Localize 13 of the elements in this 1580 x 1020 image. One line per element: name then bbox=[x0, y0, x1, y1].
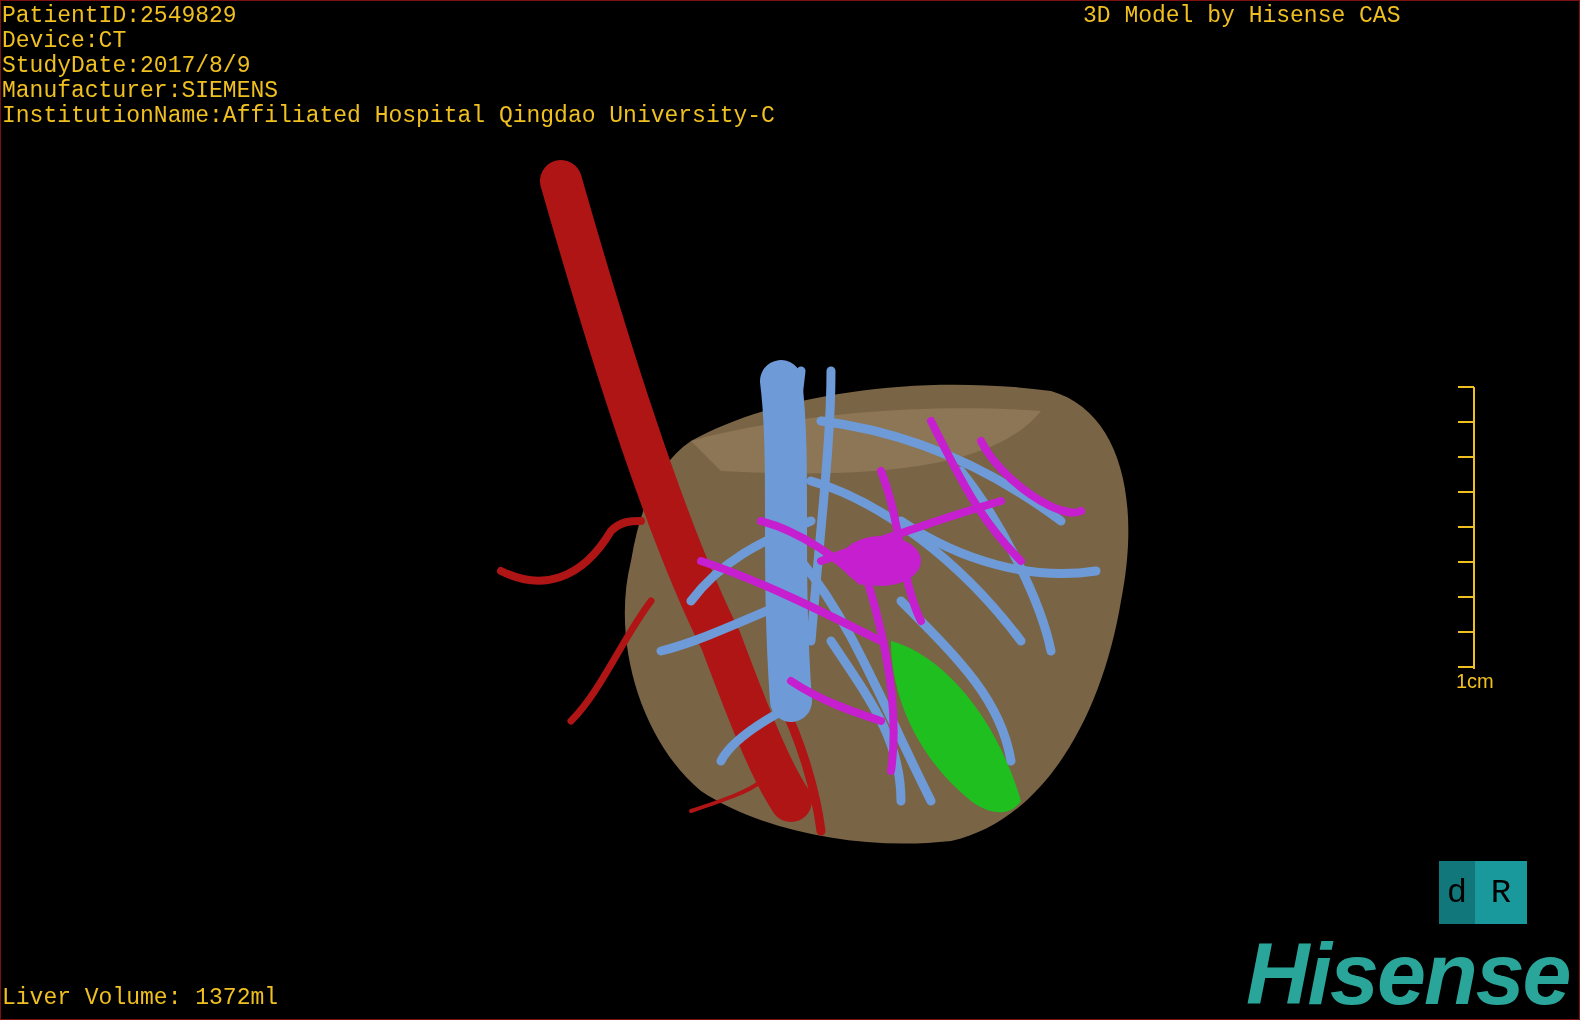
dicom-info-text: Device:CT bbox=[2, 29, 128, 54]
orientation-cube[interactable]: d R bbox=[1439, 861, 1527, 924]
dicom-info-text: StudyDate:2017/8/9 bbox=[2, 54, 252, 79]
dicom-info-text: PatientID:2549829 bbox=[2, 4, 238, 29]
cube-face-label: d bbox=[1439, 861, 1475, 924]
dicom-info-text: InstitutionName:Affiliated Hospital Qingdao University-C bbox=[2, 104, 775, 129]
cube-face-label: R bbox=[1475, 861, 1527, 924]
liver-volume-text: Liver Volume: 1372ml bbox=[2, 986, 279, 1011]
scale-ruler-icon bbox=[1457, 386, 1476, 670]
dicom-info-text: Manufacturer:SIEMENS bbox=[2, 79, 280, 104]
brand-logo: Hisense bbox=[1246, 931, 1570, 1017]
viewer-title: 3D Model by Hisense CAS bbox=[1083, 4, 1401, 29]
scale-label: 1cm bbox=[1456, 670, 1494, 693]
